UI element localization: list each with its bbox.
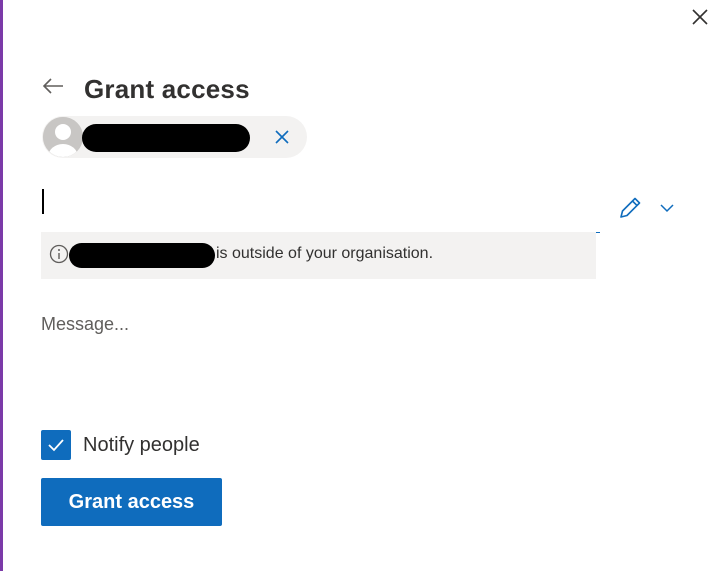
arrow-left-icon [42, 78, 63, 94]
redacted-email [69, 243, 215, 268]
grant-access-button[interactable]: Grant access [41, 478, 222, 526]
grant-access-dialog: Grant access is outside of your organisa… [0, 0, 720, 571]
notify-people-toggle[interactable]: Notify people [41, 430, 200, 460]
person-avatar-icon [43, 117, 83, 157]
back-button[interactable] [39, 72, 67, 100]
chevron-down-icon [660, 204, 674, 213]
recipient-input[interactable] [41, 182, 600, 233]
message-field[interactable] [41, 310, 596, 404]
checkmark-icon [48, 439, 64, 452]
remove-recipient-button[interactable] [268, 123, 296, 151]
permission-dropdown[interactable] [617, 193, 681, 223]
close-icon [275, 130, 289, 144]
external-user-notice: is outside of your organisation. [41, 232, 596, 279]
text-caret [42, 189, 44, 214]
dialog-title: Grant access [84, 74, 250, 104]
close-icon [692, 9, 708, 25]
info-icon [49, 244, 69, 264]
notify-checkbox[interactable] [41, 430, 71, 460]
redacted-recipient-name [82, 124, 250, 152]
close-button[interactable] [687, 4, 713, 30]
notice-text: is outside of your organisation. [216, 245, 434, 262]
recipient-chip[interactable] [42, 116, 307, 158]
pencil-icon [620, 197, 641, 218]
notify-label: Notify people [83, 433, 200, 456]
